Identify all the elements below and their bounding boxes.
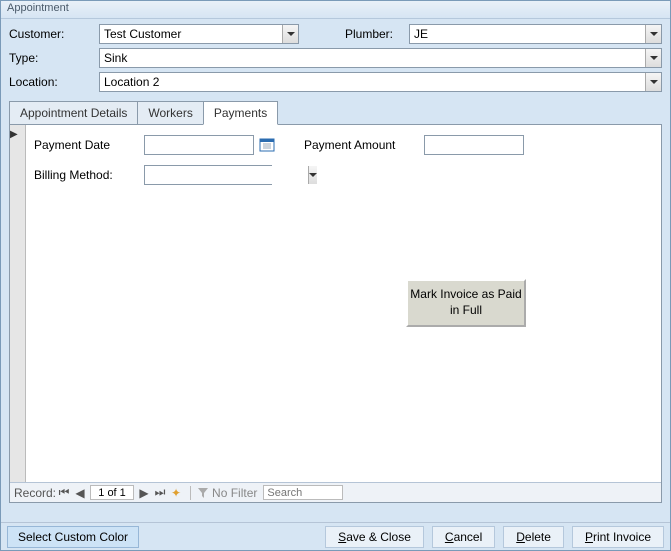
tab-content-payments: ▶ Payment Date Payment Amount Billing Me… [9, 125, 662, 503]
plumber-input[interactable] [410, 25, 645, 43]
payment-date-input[interactable] [144, 135, 254, 155]
plumber-combo[interactable] [409, 24, 662, 44]
record-selector[interactable]: ▶ [10, 125, 26, 483]
payment-date-label: Payment Date [34, 138, 144, 152]
search-input[interactable] [263, 485, 343, 500]
payment-amount-input[interactable] [424, 135, 524, 155]
nav-last-icon[interactable]: ⏭ [152, 485, 168, 501]
tab-appointment-details[interactable]: Appointment Details [9, 101, 138, 125]
window-title: Appointment [1, 1, 670, 19]
type-dropdown-icon[interactable] [645, 49, 661, 67]
appointment-window: Appointment Customer: Plumber: Type: Loc… [0, 0, 671, 551]
customer-input[interactable] [100, 25, 282, 43]
tab-payments[interactable]: Payments [203, 101, 278, 125]
record-selector-icon: ▶ [10, 129, 25, 140]
record-navigator: Record: ⏮ ◀ ▶ ⏭ ✦ No Filter [10, 482, 661, 502]
cancel-button[interactable]: Cancel [432, 526, 495, 548]
mark-invoice-paid-button[interactable]: Mark Invoice as Paid in Full [406, 279, 526, 327]
tab-container: Appointment Details Workers Payments ▶ P… [9, 101, 662, 503]
delete-button[interactable]: Delete [503, 526, 564, 548]
plumber-dropdown-icon[interactable] [645, 25, 661, 43]
nav-new-icon[interactable]: ✦ [168, 485, 184, 501]
location-dropdown-icon[interactable] [645, 73, 661, 91]
nav-prev-icon[interactable]: ◀ [72, 485, 88, 501]
calendar-icon[interactable] [258, 136, 276, 154]
no-filter-label: No Filter [212, 486, 257, 500]
billing-method-label: Billing Method: [34, 168, 144, 182]
header-form: Customer: Plumber: Type: Location: [1, 19, 670, 93]
print-invoice-button[interactable]: Print Invoice [572, 526, 664, 548]
no-filter-toggle[interactable]: No Filter [197, 486, 257, 500]
customer-combo[interactable] [99, 24, 299, 44]
customer-label: Customer: [9, 27, 99, 41]
nav-next-icon[interactable]: ▶ [136, 485, 152, 501]
tab-strip: Appointment Details Workers Payments [9, 101, 662, 125]
record-position[interactable] [90, 485, 134, 500]
type-input[interactable] [100, 49, 645, 67]
location-input[interactable] [100, 73, 645, 91]
billing-method-input[interactable] [145, 166, 308, 184]
type-combo[interactable] [99, 48, 662, 68]
plumber-label: Plumber: [329, 27, 409, 41]
record-label: Record: [14, 486, 56, 500]
payment-amount-label: Payment Amount [304, 138, 424, 152]
billing-method-combo[interactable] [144, 165, 272, 185]
save-close-button[interactable]: Save & Close [325, 526, 424, 548]
type-label: Type: [9, 51, 99, 65]
payments-panel: Payment Date Payment Amount Billing Meth… [26, 125, 661, 482]
location-combo[interactable] [99, 72, 662, 92]
location-label: Location: [9, 75, 99, 89]
customer-dropdown-icon[interactable] [282, 25, 298, 43]
separator [190, 486, 191, 500]
nav-first-icon[interactable]: ⏮ [56, 485, 72, 501]
bottom-toolbar: Select Custom Color Save & Close Cancel … [1, 522, 670, 550]
billing-method-dropdown-icon[interactable] [308, 166, 317, 184]
select-custom-color-button[interactable]: Select Custom Color [7, 526, 139, 548]
tab-workers[interactable]: Workers [137, 101, 203, 125]
